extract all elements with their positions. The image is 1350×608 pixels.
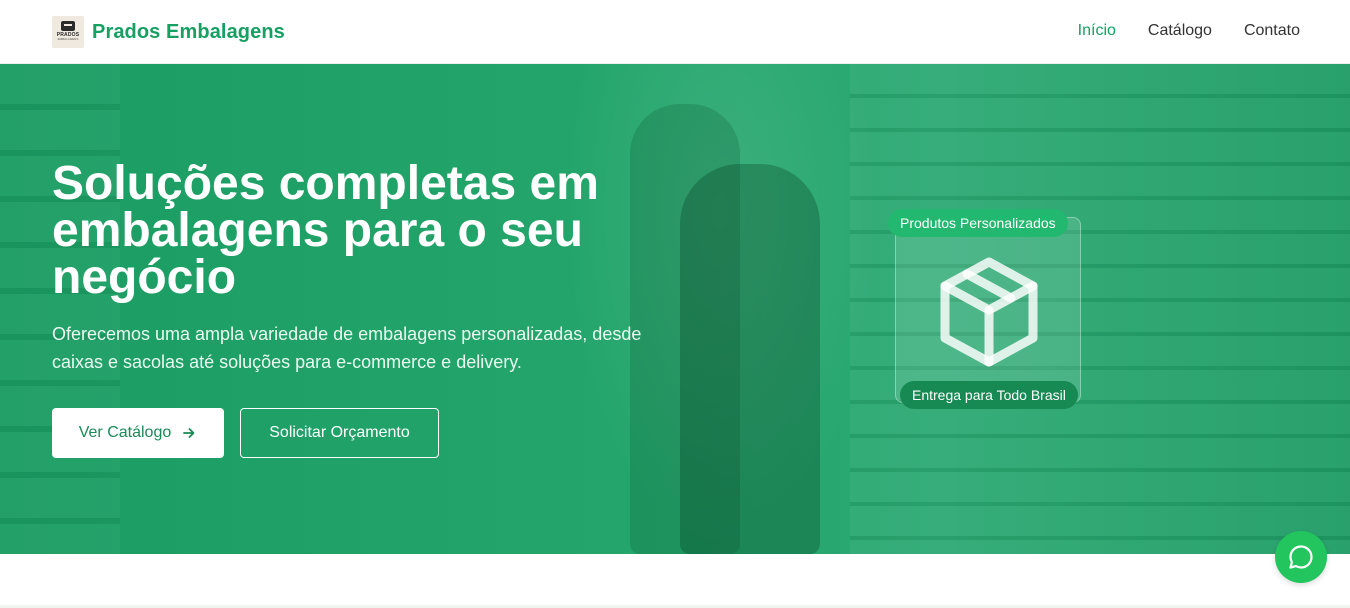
custom-products-badge: Produtos Personalizados [888,209,1068,237]
hero-title: Soluções completas em embalagens para o … [52,157,599,304]
nav-item-inicio[interactable]: Início [1078,22,1116,40]
hero-subtitle: Oferecemos uma ampla variedade de embala… [52,324,642,372]
hero-section: Soluções completas em embalagens para o … [0,64,1350,554]
hero-background-shelf-left [0,64,120,554]
nav-item-contato[interactable]: Contato [1244,22,1300,40]
hero-background-figure [680,164,820,554]
box-icon [61,21,75,31]
nav-item-catalogo[interactable]: Catálogo [1148,22,1212,40]
logo-link[interactable]: PRADOS EMBALAGENS Prados Embalagens [52,16,285,48]
view-catalog-label: Ver Catálogo [78,424,172,441]
package-icon [940,257,1038,367]
feature-card [895,217,1081,403]
site-header: PRADOS EMBALAGENS Prados Embalagens Iníc… [0,0,1350,64]
logo-subtext: EMBALAGENS [57,37,79,41]
whatsapp-button[interactable] [1275,531,1327,583]
nationwide-delivery-badge: Entrega para Todo Brasil [900,381,1078,409]
brand-name[interactable]: Prados Embalagens [92,21,285,44]
whatsapp-icon [1289,545,1313,569]
logo-image: PRADOS EMBALAGENS [52,16,84,48]
request-quote-label: Solicitar Orçamento [269,424,410,441]
main-nav: Início Catálogo Contato [1078,22,1300,40]
request-quote-button[interactable]: Solicitar Orçamento [240,408,439,458]
arrow-right-icon [183,428,195,438]
view-catalog-button[interactable]: Ver Catálogo [52,408,224,458]
